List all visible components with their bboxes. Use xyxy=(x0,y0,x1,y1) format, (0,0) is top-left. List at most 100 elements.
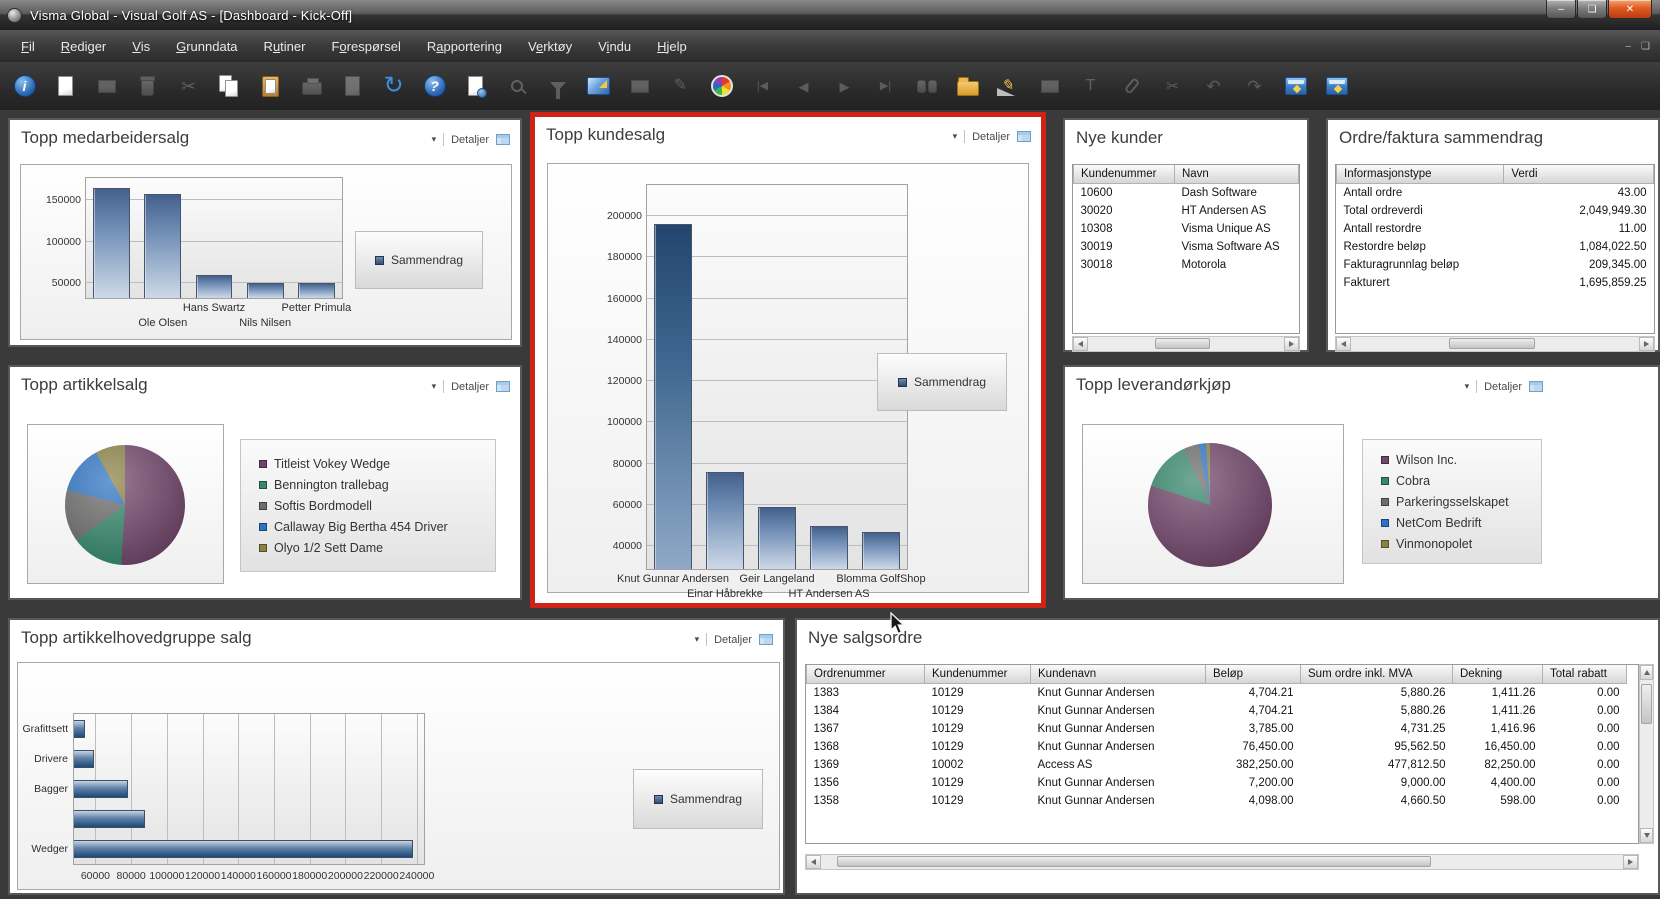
bar-Drivere[interactable] xyxy=(74,749,94,769)
scroll-thumb[interactable] xyxy=(1448,338,1536,349)
folder-icon[interactable] xyxy=(953,70,982,102)
maximize-button[interactable]: ❏ xyxy=(1577,0,1607,19)
chevron-down-icon[interactable]: ▾ xyxy=(432,381,437,392)
menu-forespørsel[interactable]: Forespørsel xyxy=(318,32,413,61)
copy-icon[interactable] xyxy=(215,70,244,102)
menu-vis[interactable]: Vis xyxy=(119,32,163,61)
color-wheel-icon[interactable] xyxy=(707,70,736,102)
horizontal-scrollbar[interactable] xyxy=(805,854,1639,870)
table-row[interactable]: 1356 10129 Knut Gunnar Andersen 7,200.00 9,0… xyxy=(807,774,1627,792)
detaljer-button[interactable]: Detaljer xyxy=(451,381,489,393)
bar-Bagger[interactable] xyxy=(74,779,128,799)
column-header-dekning[interactable]: Dekning xyxy=(1452,665,1543,684)
scroll-right-button[interactable] xyxy=(1284,337,1299,351)
table-row[interactable]: 1368 10129 Knut Gunnar Andersen 76,450.00 95… xyxy=(807,738,1627,756)
column-header-kundenavn[interactable]: Kundenavn xyxy=(1030,665,1206,684)
column-header-navn[interactable]: Navn xyxy=(1173,165,1299,184)
window-cascade-icon[interactable] xyxy=(1281,70,1310,102)
menu-rapportering[interactable]: Rapportering xyxy=(414,32,515,61)
table-row[interactable]: 10600 Dash Software xyxy=(1074,184,1299,203)
bar-HT Andersen AS[interactable] xyxy=(810,525,848,569)
chevron-down-icon[interactable]: ▾ xyxy=(1465,381,1470,392)
menu-rediger[interactable]: Rediger xyxy=(48,32,120,61)
table-row[interactable]: Antall ordre 43.00 xyxy=(1337,184,1654,203)
table-row[interactable]: Total ordreverdi 2,049,949.30 xyxy=(1337,202,1654,220)
info-icon[interactable]: i xyxy=(10,70,39,102)
bar-col1[interactable] xyxy=(93,187,131,298)
close-button[interactable]: ✕ xyxy=(1608,0,1652,19)
scroll-up-button[interactable] xyxy=(1640,665,1653,680)
paste-icon[interactable] xyxy=(256,70,285,102)
bar-Petter Primula[interactable] xyxy=(297,283,335,298)
bar-Geir Langeland[interactable] xyxy=(758,507,796,569)
table-row[interactable]: 1369 10002 Access AS 382,250.00 477,812.50 82… xyxy=(807,756,1627,774)
details-grid-icon[interactable] xyxy=(1017,131,1031,142)
detaljer-button[interactable]: Detaljer xyxy=(972,131,1010,143)
help-icon[interactable]: ? xyxy=(420,70,449,102)
detaljer-button[interactable]: Detaljer xyxy=(1484,381,1522,393)
mdi-minimize-icon[interactable]: – xyxy=(1625,41,1631,52)
details-grid-icon[interactable] xyxy=(496,381,510,392)
scroll-right-button[interactable] xyxy=(1623,855,1638,869)
scroll-right-button[interactable] xyxy=(1639,337,1654,351)
menu-hjelp[interactable]: Hjelp xyxy=(644,32,700,61)
minimize-button[interactable]: – xyxy=(1546,0,1576,19)
bar-Einar Håbrekke[interactable] xyxy=(706,471,744,569)
table-row[interactable]: Antall restordre 11.00 xyxy=(1337,220,1654,238)
scroll-down-button[interactable] xyxy=(1640,828,1653,843)
bar-Grafittsett[interactable] xyxy=(74,719,85,739)
column-header-ordrenummer[interactable]: Ordrenummer xyxy=(806,665,925,684)
bar-row4[interactable] xyxy=(74,809,146,829)
table-row[interactable]: 30019 Visma Software AS xyxy=(1074,238,1299,256)
table-row[interactable]: 30018 Motorola xyxy=(1074,256,1299,274)
bar-Wedger[interactable] xyxy=(74,839,414,859)
column-header-kundenummer[interactable]: Kundenummer xyxy=(924,665,1031,684)
column-header-total-rabatt[interactable]: Total rabatt xyxy=(1542,665,1627,684)
export-image-icon[interactable] xyxy=(584,70,613,102)
column-header-bel-p[interactable]: Beløp xyxy=(1205,665,1301,684)
table-row[interactable]: 1367 10129 Knut Gunnar Andersen 3,785.00 4,7… xyxy=(807,720,1627,738)
table-row[interactable]: Fakturert 1,695,859.25 xyxy=(1337,274,1654,292)
column-header-kundenummer[interactable]: Kundenummer xyxy=(1073,165,1175,184)
table-row[interactable]: 1383 10129 Knut Gunnar Andersen 4,704.21 5,8… xyxy=(807,684,1627,703)
menu-vindu[interactable]: Vindu xyxy=(585,32,644,61)
refresh-icon[interactable]: ↻ xyxy=(379,70,408,102)
column-header-sum-ordre-inkl-mva[interactable]: Sum ordre inkl. MVA xyxy=(1300,665,1453,684)
mdi-restore-icon[interactable]: ❏ xyxy=(1641,41,1650,52)
menu-grunndata[interactable]: Grunndata xyxy=(163,32,250,61)
column-header-informasjonstype[interactable]: Informasjonstype xyxy=(1336,165,1505,184)
bar-Ole Olsen[interactable] xyxy=(144,193,182,298)
scroll-left-button[interactable] xyxy=(1336,337,1351,351)
bar-Knut Gunnar Andersen[interactable] xyxy=(654,224,692,569)
menu-rutiner[interactable]: Rutiner xyxy=(251,32,319,61)
scroll-left-button[interactable] xyxy=(806,855,821,869)
new-document-icon[interactable] xyxy=(51,70,80,102)
details-grid-icon[interactable] xyxy=(759,634,773,645)
table-row[interactable]: 10308 Visma Unique AS xyxy=(1074,220,1299,238)
scroll-thumb[interactable] xyxy=(1641,684,1652,724)
horizontal-scrollbar[interactable] xyxy=(1072,336,1300,352)
detaljer-button[interactable]: Detaljer xyxy=(714,634,752,646)
table-row[interactable]: Restordre beløp 1,084,022.50 xyxy=(1337,238,1654,256)
scroll-thumb[interactable] xyxy=(1154,338,1210,349)
pie-chart-artikkelsalg[interactable] xyxy=(65,445,185,565)
bar-Nils Nilsen[interactable] xyxy=(246,283,284,298)
chevron-down-icon[interactable]: ▾ xyxy=(695,634,700,645)
table-row[interactable]: 1358 10129 Knut Gunnar Andersen 4,098.00 4,6… xyxy=(807,792,1627,810)
column-header-verdi[interactable]: Verdi xyxy=(1503,165,1654,184)
bar-Hans Swartz[interactable] xyxy=(195,274,233,298)
chevron-down-icon[interactable]: ▾ xyxy=(432,134,437,145)
details-grid-icon[interactable] xyxy=(496,134,510,145)
menu-verktøy[interactable]: Verktøy xyxy=(515,32,585,61)
table-row[interactable]: 1384 10129 Knut Gunnar Andersen 4,704.21 5,8… xyxy=(807,702,1627,720)
pie-chart-leverandorkjop[interactable] xyxy=(1148,443,1272,567)
menu-fil[interactable]: Fil xyxy=(8,32,48,61)
document-help-icon[interactable] xyxy=(461,70,490,102)
window-tile-icon[interactable] xyxy=(1322,70,1351,102)
design-mode-icon[interactable]: ✎ xyxy=(994,70,1023,102)
bar-Blomma GolfShop[interactable] xyxy=(862,531,900,569)
chevron-down-icon[interactable]: ▾ xyxy=(953,131,958,142)
details-grid-icon[interactable] xyxy=(1529,381,1543,392)
scroll-left-button[interactable] xyxy=(1073,337,1088,351)
horizontal-scrollbar[interactable] xyxy=(1335,336,1655,352)
